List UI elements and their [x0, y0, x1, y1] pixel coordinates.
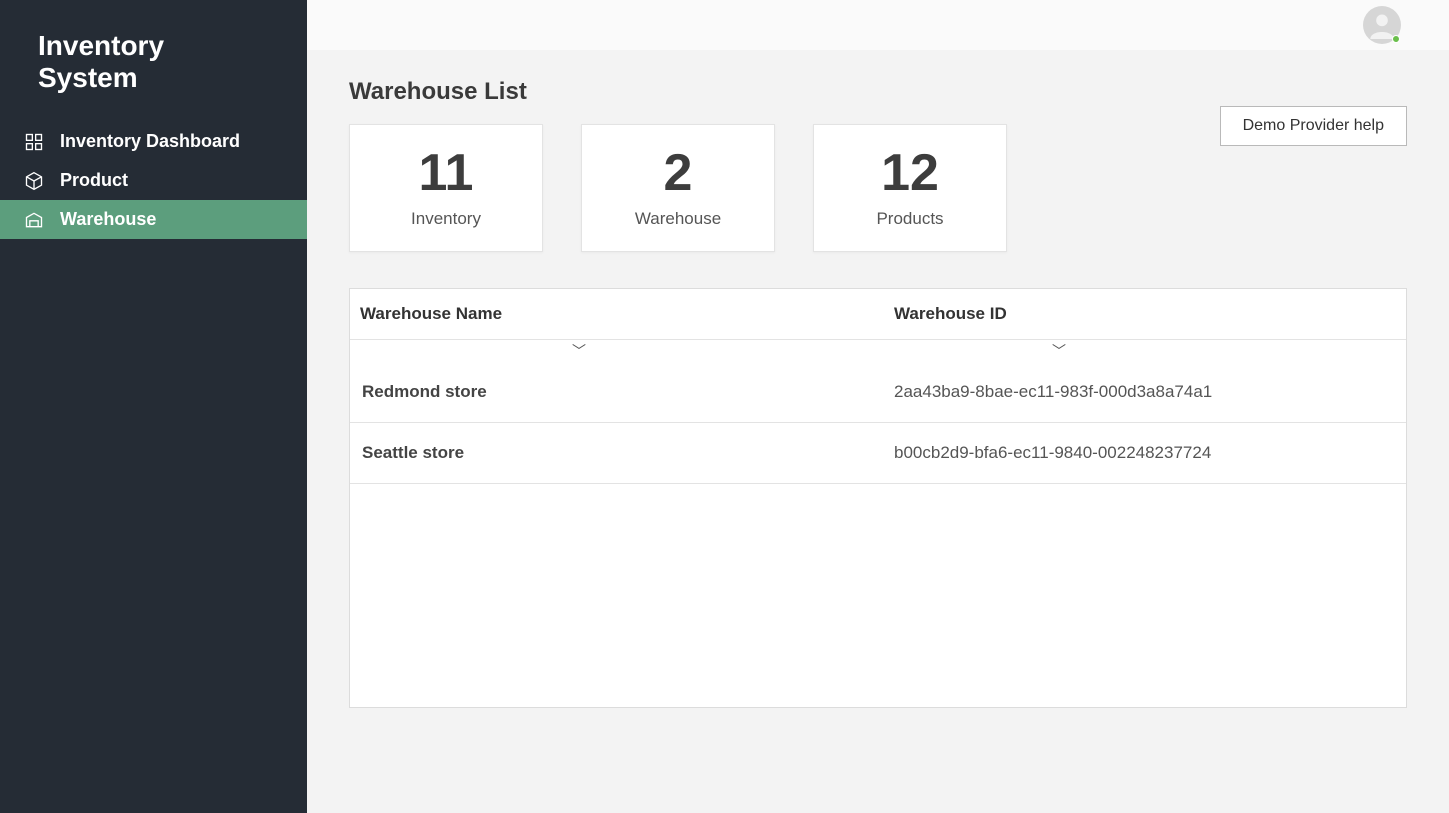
- column-header-warehouse-id[interactable]: Warehouse ID: [884, 289, 1406, 339]
- stat-value: 2: [664, 147, 693, 199]
- stat-value: 12: [881, 147, 939, 199]
- sidebar-item-label: Warehouse: [60, 209, 156, 230]
- stat-card-inventory: 11 Inventory: [349, 124, 543, 252]
- nav-list: Inventory Dashboard Product Warehouse: [0, 122, 307, 239]
- sidebar-item-label: Product: [60, 170, 128, 191]
- page-title: Warehouse List: [349, 78, 1007, 106]
- chevron-down-icon: ﹀: [572, 341, 586, 361]
- demo-provider-help-button[interactable]: Demo Provider help: [1220, 106, 1407, 146]
- app-title: Inventory System: [0, 0, 307, 122]
- table-row[interactable]: Redmond store 2aa43ba9-8bae-ec11-983f-00…: [350, 362, 1406, 423]
- cell-warehouse-name: Seattle store: [350, 423, 884, 483]
- column-header-warehouse-name[interactable]: Warehouse Name: [350, 289, 884, 339]
- warehouse-icon: [24, 210, 44, 230]
- sidebar-item-product[interactable]: Product: [0, 161, 307, 200]
- sidebar-item-label: Inventory Dashboard: [60, 131, 240, 152]
- avatar[interactable]: [1363, 6, 1401, 44]
- dashboard-icon: [24, 132, 44, 152]
- cell-warehouse-name: Redmond store: [350, 362, 884, 422]
- sidebar-item-warehouse[interactable]: Warehouse: [0, 200, 307, 239]
- chevron-down-icon: ﹀: [1052, 341, 1066, 361]
- cell-warehouse-id: b00cb2d9-bfa6-ec11-9840-002248237724: [884, 423, 1406, 483]
- topbar: [307, 0, 1449, 50]
- table-filter-row: ﹀ ﹀: [350, 340, 1406, 362]
- main: Warehouse List 11 Inventory 2 Warehouse …: [307, 0, 1449, 813]
- sidebar: Inventory System Inventory Dashboard Pro…: [0, 0, 307, 813]
- table-header: Warehouse Name Warehouse ID: [350, 289, 1406, 340]
- warehouse-table: Warehouse Name Warehouse ID ﹀ ﹀ Redmond …: [349, 288, 1407, 708]
- stat-label: Warehouse: [635, 209, 721, 229]
- filter-cell-name[interactable]: ﹀: [350, 340, 884, 362]
- content: Warehouse List 11 Inventory 2 Warehouse …: [307, 50, 1449, 813]
- stat-label: Products: [876, 209, 943, 229]
- table-row[interactable]: Seattle store b00cb2d9-bfa6-ec11-9840-00…: [350, 423, 1406, 484]
- stat-card-warehouse: 2 Warehouse: [581, 124, 775, 252]
- sidebar-item-inventory-dashboard[interactable]: Inventory Dashboard: [0, 122, 307, 161]
- stat-cards: 11 Inventory 2 Warehouse 12 Products: [349, 124, 1007, 252]
- stat-value: 11: [419, 147, 474, 199]
- filter-cell-id[interactable]: ﹀: [884, 340, 1406, 362]
- stat-card-products: 12 Products: [813, 124, 1007, 252]
- box-icon: [24, 171, 44, 191]
- presence-dot-icon: [1392, 35, 1400, 43]
- heading-row: Warehouse List 11 Inventory 2 Warehouse …: [349, 78, 1407, 288]
- cell-warehouse-id: 2aa43ba9-8bae-ec11-983f-000d3a8a74a1: [884, 362, 1406, 422]
- stat-label: Inventory: [411, 209, 481, 229]
